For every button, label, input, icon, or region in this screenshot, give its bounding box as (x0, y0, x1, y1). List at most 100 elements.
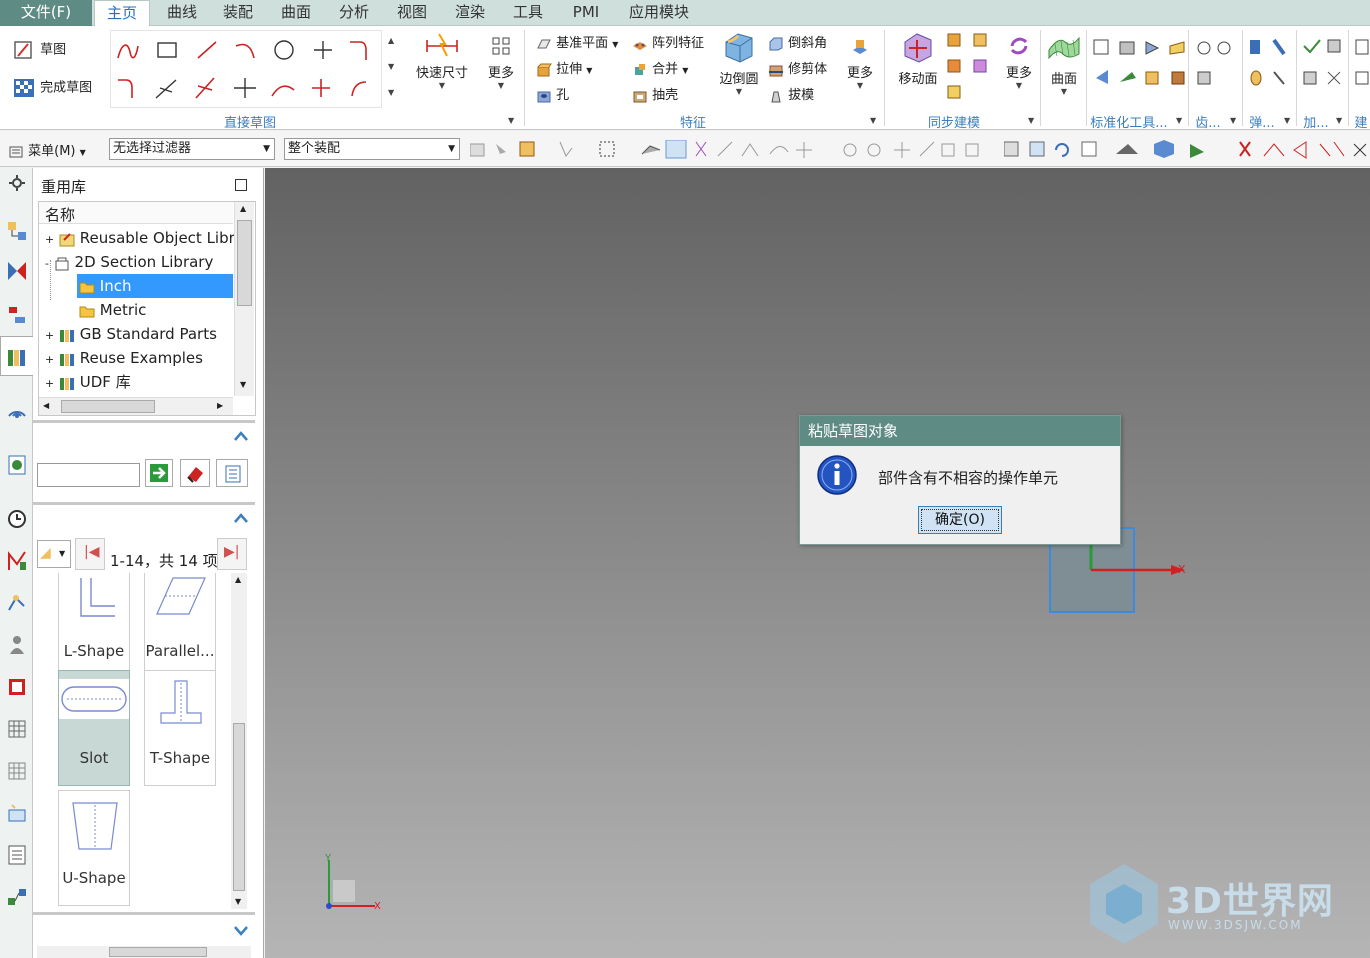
tree-item-reuse-examples[interactable]: + Reuse Examples (45, 346, 203, 370)
draft-button[interactable]: 拔模 (768, 84, 814, 104)
tree-item-reusable-object-library[interactable]: + Reusable Object Libra (45, 226, 244, 250)
tab-render[interactable]: 渲染 (448, 0, 492, 26)
surface-button[interactable]: 曲面 ▼ (1044, 30, 1084, 96)
member-parallelogram[interactable]: Parallel... (144, 573, 216, 679)
document-list-icon[interactable] (6, 844, 28, 866)
sketch-button[interactable]: 草图 (12, 38, 66, 62)
scroll-right-arrow[interactable]: ▶ (217, 401, 223, 410)
tab-file[interactable]: 文件(F) (0, 0, 92, 26)
part-navigator-icon[interactable] (6, 304, 28, 326)
expand-toggle[interactable]: + (45, 233, 54, 246)
member-slot[interactable]: Slot (58, 670, 130, 786)
panel-splitter[interactable] (33, 502, 255, 505)
tab-surface[interactable]: 曲面 (274, 0, 318, 26)
panel-splitter[interactable] (33, 420, 255, 423)
collapse-toggle[interactable]: - (45, 257, 49, 270)
panel-splitter[interactable] (33, 912, 255, 915)
menu-button[interactable]: 菜单(M) ▼ (8, 140, 86, 160)
tree-item-udf-library[interactable]: + UDF 库 (45, 370, 131, 394)
tree-horizontal-scrollbar[interactable]: ◀ ▶ (39, 397, 233, 415)
tree-item-gb-standard-parts[interactable]: + GB Standard Parts (45, 322, 217, 346)
system-materials-icon[interactable] (6, 676, 28, 698)
more-sketch-button[interactable]: 更多 ▼ (482, 32, 520, 90)
tab-tools[interactable]: 工具 (506, 0, 550, 26)
reuse-library-tab[interactable] (0, 336, 33, 376)
palette-grid-icon[interactable] (6, 718, 28, 740)
scroll-thumb[interactable] (61, 400, 155, 413)
gallery-expand-arrow[interactable]: ▼ (388, 88, 394, 97)
group-direct-sketch-dropdown[interactable]: ▼ (508, 116, 514, 125)
template-icon[interactable] (6, 802, 28, 824)
unite-button[interactable]: 合并 ▼ (632, 58, 688, 78)
build-tools-icons[interactable] (1354, 38, 1370, 98)
roles-icon[interactable] (6, 634, 28, 656)
hole-button[interactable]: 孔 (536, 84, 569, 104)
spring-tools-icons[interactable] (1248, 38, 1288, 98)
tree-vertical-scrollbar[interactable]: ▲ ▼ (234, 202, 254, 396)
group-feature-dropdown[interactable]: ▼ (870, 116, 876, 125)
dialog-title[interactable]: 粘贴草图对象 (800, 416, 1120, 446)
graphics-window[interactable]: X X Y 3D世界网 WWW.3DSJW.COM (265, 168, 1370, 958)
collapse-up-icon[interactable] (233, 430, 249, 442)
group-add-dropdown[interactable]: ▼ (1336, 116, 1342, 125)
palette-grid2-icon[interactable] (6, 760, 28, 782)
web-browser-icon[interactable] (6, 454, 28, 476)
snap-tools-icons[interactable] (470, 140, 990, 160)
scroll-up-arrow[interactable]: ▲ (235, 575, 241, 584)
scroll-down-arrow[interactable]: ▼ (240, 380, 246, 389)
last-page-button[interactable]: ▶| (217, 538, 247, 570)
tab-assembly[interactable]: 装配 (216, 0, 260, 26)
tree-item-2d-section-library[interactable]: - 2D Section Library (45, 250, 213, 274)
gallery-up-arrow[interactable]: ▲ (388, 36, 394, 45)
trim-body-button[interactable]: 修剪体 (768, 58, 827, 78)
tab-view[interactable]: 视图 (390, 0, 434, 26)
process-studio-icon[interactable] (6, 550, 28, 572)
advanced-search-button[interactable] (180, 459, 210, 487)
view-tools-icons[interactable] (1004, 140, 1370, 160)
shell-button[interactable]: 抽壳 (632, 84, 678, 104)
std-tools-icons[interactable] (1092, 38, 1188, 98)
more-sketch-dropdown[interactable]: ▼ (482, 81, 520, 90)
gear-tools-icons[interactable] (1194, 38, 1234, 98)
selection-filter-select[interactable]: 无选择过滤器 ▼ (109, 138, 275, 160)
group-std-tools-dropdown[interactable]: ▼ (1176, 116, 1182, 125)
view-mode-dropdown[interactable]: ◢ ▼ (37, 540, 71, 568)
maximize-icon[interactable] (235, 179, 247, 191)
expand-toggle[interactable]: + (45, 353, 54, 366)
scroll-thumb[interactable] (233, 723, 245, 891)
first-page-button[interactable]: |◀ (75, 538, 105, 570)
grid-vertical-scrollbar[interactable]: ▲ ▼ (231, 573, 247, 909)
scroll-up-arrow[interactable]: ▲ (240, 204, 246, 213)
tab-analysis[interactable]: 分析 (332, 0, 376, 26)
member-u-shape[interactable]: U-Shape (58, 790, 130, 906)
connection-icon[interactable] (6, 886, 28, 908)
tab-app-modules[interactable]: 应用模块 (622, 0, 696, 26)
tab-home[interactable]: 主页 (94, 0, 150, 27)
collapse-up-icon[interactable] (233, 512, 249, 524)
member-l-shape[interactable]: L-Shape (58, 573, 130, 679)
sync-modeling-icons[interactable] (944, 32, 996, 102)
edge-blend-button[interactable]: 边倒圆 ▼ (714, 30, 764, 96)
manufacturing-wizard-icon[interactable] (6, 592, 28, 614)
scroll-thumb[interactable] (109, 947, 207, 957)
selection-scope-select[interactable]: 整个装配 ▼ (284, 138, 460, 160)
expand-toggle[interactable]: + (45, 377, 54, 390)
member-t-shape[interactable]: T-Shape (144, 670, 216, 786)
chamfer-button[interactable]: 倒斜角 (768, 32, 827, 52)
search-go-button[interactable] (145, 459, 173, 487)
tab-curve[interactable]: 曲线 (160, 0, 204, 26)
group-gear-dropdown[interactable]: ▼ (1230, 116, 1236, 125)
add-tools-icons[interactable] (1302, 38, 1342, 98)
expand-toggle[interactable]: + (45, 329, 54, 342)
quick-dimension-dropdown[interactable]: ▼ (410, 81, 474, 90)
scroll-left-arrow[interactable]: ◀ (43, 401, 49, 410)
finish-sketch-button[interactable]: 完成草图 (12, 76, 92, 100)
datum-plane-button[interactable]: 基准平面 ▼ (536, 32, 618, 52)
gallery-down-arrow[interactable]: ▼ (388, 62, 394, 71)
extrude-button[interactable]: 拉伸 ▼ (536, 58, 592, 78)
scroll-thumb[interactable] (237, 220, 252, 306)
pattern-feature-button[interactable]: 阵列特征 (632, 32, 704, 52)
group-sync-dropdown[interactable]: ▼ (1028, 116, 1034, 125)
more-feature-dropdown[interactable]: ▼ (840, 81, 880, 90)
bottom-horizontal-scrollbar[interactable] (37, 946, 251, 958)
